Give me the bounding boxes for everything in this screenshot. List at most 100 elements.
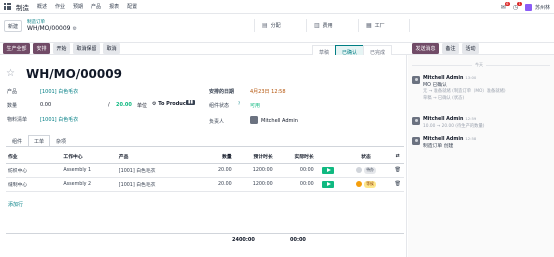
col-real-duration[interactable]: 实际时长 <box>274 150 316 164</box>
col-workcenter[interactable]: 工作中心 <box>61 150 117 164</box>
cell-expected: 1200:00 <box>233 163 275 178</box>
add-line-link[interactable]: 添加行 <box>8 201 23 208</box>
cell-status: 待办 <box>340 163 392 178</box>
col-action <box>315 150 341 164</box>
cell-real: 00:00 <box>274 163 316 178</box>
message-tracking: 草稿 → 已确认 (状态) <box>423 95 465 101</box>
cell-quantity: 20.00 <box>211 177 234 192</box>
smart-button-workcenter[interactable]: ▦ 工厂 <box>358 19 410 32</box>
chat-icon[interactable]: ✉ 6 <box>501 1 510 11</box>
chatter-panel: 今天 Mitchell Admin 13:00 MO 已确认 无 → 准备就绪 (… <box>408 55 554 257</box>
menu-configuration[interactable]: 配置 <box>127 3 137 10</box>
responsible-field[interactable]: Mitchell Admin <box>261 118 298 124</box>
trash-icon[interactable]: 🗑︎ <box>395 167 401 173</box>
produce-all-button[interactable]: 生产全部 <box>3 43 31 54</box>
menu-overview[interactable]: 概述 <box>37 3 47 10</box>
status-badge: 等候 <box>364 180 376 188</box>
message-avatar <box>412 76 420 84</box>
chatter-message: Mitchell Admin 12:59 10.00 → 20.00 (待生产的数… <box>412 116 552 130</box>
uom-field[interactable]: 单位 <box>137 102 147 109</box>
smart-button-allocation[interactable]: ▤ 分配 <box>254 19 306 32</box>
quantity-field[interactable]: 0.00 <box>40 102 51 108</box>
cell-action <box>315 177 341 192</box>
breadcrumb-current: WH/MO/00009 <box>27 25 71 32</box>
chat-badge: 6 <box>504 1 510 6</box>
smart-label-allocation: 分配 <box>270 23 281 29</box>
gear-icon[interactable]: ⚙ <box>73 26 77 33</box>
total-expected: 2400:00 <box>232 237 255 243</box>
app-name[interactable]: 制造 <box>16 2 29 12</box>
table-row[interactable]: 缝制中心 Assembly 2 [1001] 白色毛衣 20.00 1200:0… <box>6 177 404 192</box>
totals-row: 2400:00 00:00 <box>6 233 404 243</box>
to-produce-label: ⚙ To Produce <box>152 101 190 107</box>
allocation-icon: ▤ <box>262 22 268 29</box>
optional-columns-icon[interactable]: ⇄ <box>391 150 404 164</box>
quantity-target: 20.00 <box>116 102 132 108</box>
responsible-avatar <box>250 116 258 124</box>
product-label: 产品 <box>7 89 18 95</box>
cell-operation: 纺织中心 <box>6 163 62 178</box>
scheduled-field[interactable]: 4月23日 12:58 <box>250 88 286 95</box>
forecast-icon[interactable]: ▮▮ <box>186 100 195 105</box>
cancel-button[interactable]: 取消 <box>103 43 121 54</box>
col-product[interactable]: 产品 <box>116 150 212 164</box>
message-author[interactable]: Mitchell Admin <box>423 76 463 81</box>
start-workorder-button[interactable] <box>322 180 335 188</box>
cell-action <box>315 163 341 178</box>
message-avatar <box>412 137 420 145</box>
quantity-separator: / <box>108 102 110 108</box>
chatter-topbar: 发送消息 备注 活动 <box>408 42 482 55</box>
star-icon[interactable]: ☆ <box>6 68 15 79</box>
activity-button[interactable]: 活动 <box>462 43 480 54</box>
menu-reporting[interactable]: 报表 <box>109 3 119 10</box>
col-quantity[interactable]: 数量 <box>211 150 234 164</box>
status-badge: 待办 <box>364 166 376 174</box>
status-dot <box>356 181 363 187</box>
col-operation[interactable]: 作业 <box>6 150 62 164</box>
user-avatar[interactable] <box>524 3 532 11</box>
quantity-label: 数量 <box>7 103 18 109</box>
menu-operations[interactable]: 作业 <box>55 3 65 10</box>
activity-badge: 1 <box>517 1 522 6</box>
smart-button-cost[interactable]: ▥ 费用 <box>306 19 358 32</box>
notebook-tabs: 组件 工单 杂项 <box>6 135 72 147</box>
cell-expected: 1200:00 <box>233 177 275 192</box>
col-status[interactable]: 状态 <box>340 150 392 164</box>
company-switcher[interactable]: 苏州林 <box>535 4 550 11</box>
breadcrumb: 制造订单 WH/MO/00009 ⚙ <box>27 20 77 33</box>
menu-products[interactable]: 产品 <box>91 3 101 10</box>
top-navbar: 制造 概述 作业 预期 产品 报表 配置 ✉ 6 ◷ 1 苏州林 <box>0 0 554 14</box>
chatter-message: Mitchell Admin 12:58 制造订单 创建 <box>412 136 552 150</box>
help-icon[interactable]: ? <box>238 101 240 106</box>
menu-planning[interactable]: 预期 <box>73 3 83 10</box>
log-note-button[interactable]: 备注 <box>442 43 460 54</box>
start-workorder-button[interactable] <box>322 166 335 174</box>
activity-icon[interactable]: ◷ 1 <box>513 1 522 11</box>
message-author[interactable]: Mitchell Admin <box>423 137 463 142</box>
bom-field[interactable]: [1001] 白色毛衣 <box>40 116 78 123</box>
chatter-message: Mitchell Admin 13:00 MO 已确认 无 → 准备就绪 (制造订… <box>412 75 552 102</box>
trash-icon[interactable]: 🗑︎ <box>395 181 401 187</box>
message-author[interactable]: Mitchell Admin <box>423 117 463 122</box>
message-time: 12:58 <box>465 136 477 141</box>
new-button[interactable]: 新建 <box>4 20 23 32</box>
start-button[interactable]: 开始 <box>53 43 71 54</box>
cell-workcenter: Assembly 1 <box>61 163 117 178</box>
table-row[interactable]: 纺织中心 Assembly 1 [1001] 白色毛衣 20.00 1200:0… <box>6 163 404 178</box>
cell-operation: 缝制中心 <box>6 177 62 192</box>
send-message-button[interactable]: 发送消息 <box>412 43 440 54</box>
scheduled-label: 安排的日期 <box>209 89 235 95</box>
product-field[interactable]: [1001] 白色毛衣 <box>40 88 78 95</box>
message-avatar <box>412 117 420 125</box>
cell-product: [1001] 白色毛衣 <box>116 163 212 178</box>
cell-workcenter: Assembly 2 <box>61 177 117 192</box>
cell-delete: 🗑︎ <box>391 163 404 178</box>
col-expected-duration[interactable]: 预计时长 <box>233 150 275 164</box>
plan-button[interactable]: 安排 <box>33 43 51 54</box>
cost-icon: ▥ <box>314 22 320 29</box>
cell-real: 00:00 <box>274 177 316 192</box>
unreserve-button[interactable]: 取消保留 <box>73 43 101 54</box>
component-status-label: 组件状态 <box>209 103 230 109</box>
total-real: 00:00 <box>290 237 306 243</box>
apps-menu-icon[interactable] <box>4 3 11 10</box>
